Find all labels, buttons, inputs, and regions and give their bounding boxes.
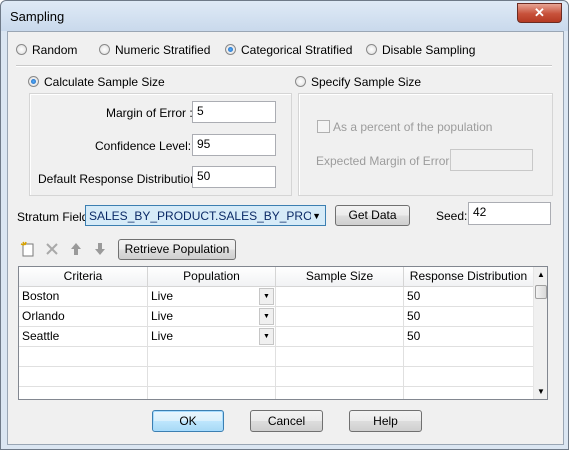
population-table: Criteria Population Sample Size Response… [18, 266, 548, 400]
table-row-empty[interactable] [19, 367, 148, 387]
specify-sample-size-label[interactable]: Specify Sample Size [311, 75, 421, 89]
column-header-sample-size[interactable]: Sample Size [276, 267, 404, 287]
seed-label: Seed: [436, 209, 468, 223]
radio-categorical-stratified[interactable] [225, 44, 236, 55]
move-up-icon[interactable] [68, 241, 84, 260]
table-row-criteria[interactable]: Seattle [19, 327, 148, 347]
population-value: Live [151, 329, 174, 343]
default-response-distribution-label: Default Response Distribution: [38, 172, 201, 186]
column-header-criteria[interactable]: Criteria [19, 267, 148, 287]
chevron-down-icon: ▼ [312, 211, 321, 221]
seed-input[interactable]: 42 [468, 202, 551, 225]
table-row-criteria[interactable]: Boston [19, 287, 148, 307]
close-icon: ✕ [534, 5, 545, 20]
table-row-empty[interactable] [276, 387, 404, 399]
radio-disable-sampling-label[interactable]: Disable Sampling [382, 43, 475, 57]
margin-of-error-label: Margin of Error : [106, 106, 193, 120]
table-row-response[interactable]: 50 [404, 287, 534, 307]
table-row-response[interactable]: 50 [404, 327, 534, 347]
new-row-icon[interactable] [20, 241, 36, 260]
expected-margin-label: Expected Margin of Error: [316, 154, 453, 168]
calculate-sample-size-label[interactable]: Calculate Sample Size [44, 75, 165, 89]
radio-disable-sampling[interactable] [366, 44, 377, 55]
table-row-empty[interactable] [404, 347, 534, 367]
table-row-empty[interactable] [276, 367, 404, 387]
table-row-empty[interactable] [148, 367, 276, 387]
column-header-population[interactable]: Population [148, 267, 276, 287]
radio-random[interactable] [16, 44, 27, 55]
radio-calculate-sample-size[interactable] [28, 76, 39, 87]
scrollbar-thumb[interactable] [535, 285, 547, 299]
radio-categorical-stratified-label[interactable]: Categorical Stratified [241, 43, 352, 57]
table-vertical-scrollbar[interactable]: ▲ ▼ [533, 267, 547, 399]
radio-specify-sample-size[interactable] [295, 76, 306, 87]
ok-button[interactable]: OK [152, 410, 224, 432]
window-title: Sampling [10, 9, 65, 24]
margin-of-error-input[interactable]: 5 [192, 101, 276, 123]
radio-numeric-stratified[interactable] [99, 44, 110, 55]
move-down-icon[interactable] [92, 241, 108, 260]
table-row-sample-size[interactable] [276, 327, 404, 347]
table-row-response[interactable]: 50 [404, 307, 534, 327]
table-row-population[interactable]: Live ▼ [148, 327, 276, 347]
radio-random-label[interactable]: Random [32, 43, 77, 57]
table-row-sample-size[interactable] [276, 307, 404, 327]
table-row-criteria[interactable]: Orlando [19, 307, 148, 327]
table-row-sample-size[interactable] [276, 287, 404, 307]
confidence-level-label: Confidence Level: [95, 139, 192, 153]
column-header-response-distribution[interactable]: Response Distribution [404, 267, 534, 287]
chevron-down-icon[interactable]: ▼ [259, 328, 274, 345]
as-percent-checkbox[interactable] [317, 120, 330, 133]
stratum-field-value: SALES_BY_PRODUCT.SALES_BY_PRODUCT [89, 209, 311, 223]
separator [16, 65, 552, 67]
table-row-empty[interactable] [148, 387, 276, 399]
as-percent-label: As a percent of the population [333, 120, 493, 134]
scroll-down-icon[interactable]: ▼ [537, 387, 545, 396]
dialog-client-area: Random Numeric Stratified Categorical St… [7, 31, 564, 445]
help-button[interactable]: Help [349, 410, 422, 432]
expected-margin-input[interactable] [450, 149, 533, 171]
delete-icon[interactable] [44, 241, 60, 260]
population-value: Live [151, 289, 174, 303]
get-data-button[interactable]: Get Data [335, 205, 410, 226]
cancel-button[interactable]: Cancel [250, 410, 323, 432]
title-bar[interactable]: Sampling ✕ [1, 1, 568, 31]
table-row-population[interactable]: Live ▼ [148, 287, 276, 307]
population-value: Live [151, 309, 174, 323]
table-row-empty[interactable] [276, 347, 404, 367]
table-row-empty[interactable] [404, 387, 534, 399]
table-row-population[interactable]: Live ▼ [148, 307, 276, 327]
table-row-empty[interactable] [19, 347, 148, 367]
specify-group [298, 93, 553, 196]
table-row-empty[interactable] [19, 387, 148, 399]
table-row-empty[interactable] [404, 367, 534, 387]
scroll-up-icon[interactable]: ▲ [537, 270, 545, 279]
default-response-distribution-input[interactable]: 50 [192, 166, 276, 188]
close-button[interactable]: ✕ [517, 3, 562, 23]
stratum-field-dropdown[interactable]: SALES_BY_PRODUCT.SALES_BY_PRODUCT ▼ [85, 205, 326, 226]
stratum-field-label: Stratum Field: [17, 210, 92, 224]
radio-numeric-stratified-label[interactable]: Numeric Stratified [115, 43, 210, 57]
chevron-down-icon[interactable]: ▼ [259, 288, 274, 305]
sampling-dialog: Sampling ✕ Random Numeric Stratified Cat… [0, 0, 569, 450]
chevron-down-icon[interactable]: ▼ [259, 308, 274, 325]
retrieve-population-button[interactable]: Retrieve Population [118, 239, 236, 260]
confidence-level-input[interactable]: 95 [192, 134, 276, 156]
table-row-empty[interactable] [148, 347, 276, 367]
